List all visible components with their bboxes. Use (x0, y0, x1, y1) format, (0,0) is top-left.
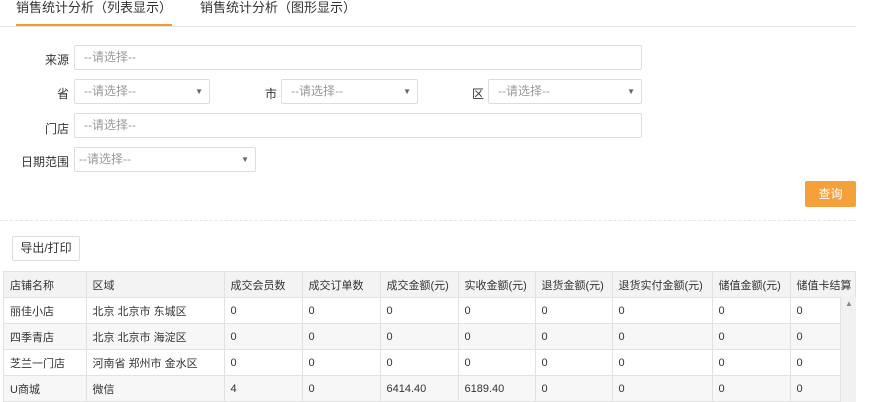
query-button[interactable]: 查询 (805, 181, 856, 207)
scroll-up-arrow-icon[interactable]: ▲ (845, 299, 853, 308)
tab-chart-view[interactable]: 销售统计分析（图形显示） (200, 0, 356, 24)
table-cell: U商城 (4, 375, 87, 401)
date-range-label: 日期范围 (20, 155, 69, 169)
table-cell: 微信 (86, 375, 225, 401)
source-placeholder: --请选择-- (84, 50, 136, 64)
table-cell: 0 (380, 323, 459, 350)
table-cell: 0 (302, 297, 381, 324)
table-cell: 0 (302, 375, 381, 401)
table-cell: 0 (712, 297, 791, 324)
table-cell: 0 (458, 297, 536, 324)
table-cell: 河南省 郑州市 金水区 (86, 349, 225, 376)
table-cell: 0 (535, 375, 613, 401)
table-cell: 0 (380, 297, 459, 324)
divider (0, 220, 856, 221)
date-range-placeholder: --请选择-- (79, 152, 131, 166)
table-row[interactable]: U商城 微信 4 0 6414.40 6189.40 0 0 0 0 (4, 375, 855, 401)
table-cell: 0 (458, 323, 536, 350)
table-cell: 0 (712, 349, 791, 376)
column-header[interactable]: 退货金额(元) (535, 272, 613, 298)
table-cell: 0 (302, 349, 381, 376)
table-cell: 0 (712, 323, 791, 350)
table-cell: 0 (535, 297, 613, 324)
table-cell: 四季青店 (4, 323, 87, 350)
table-header-row: 店铺名称 区域 成交会员数 成交订单数 成交金额(元) 实收金额(元) 退货金额… (4, 272, 855, 298)
table-cell: 0 (612, 323, 713, 350)
column-header[interactable]: 店铺名称 (4, 272, 87, 298)
chevron-down-icon: ▼ (241, 155, 249, 164)
table-cell: 6414.40 (380, 375, 459, 401)
table-cell: 芝兰一门店 (4, 349, 87, 376)
source-field[interactable]: --请选择-- (74, 45, 642, 70)
store-field[interactable]: --请选择-- (74, 113, 642, 138)
table-cell: 0 (380, 349, 459, 376)
chevron-down-icon: ▼ (195, 87, 203, 96)
sales-table: 店铺名称 区域 成交会员数 成交订单数 成交金额(元) 实收金额(元) 退货金额… (3, 271, 856, 402)
table-cell: 0 (612, 297, 713, 324)
column-header[interactable]: 区域 (86, 272, 225, 298)
table-cell: 0 (302, 323, 381, 350)
table-cell: 北京 北京市 东城区 (86, 297, 225, 324)
date-range-select[interactable]: --请选择-- ▼ (74, 147, 256, 172)
table-row[interactable]: 四季青店 北京 北京市 海淀区 0 0 0 0 0 0 0 0 (4, 323, 855, 350)
district-label: 区 (471, 87, 484, 101)
table-cell: 0 (535, 349, 613, 376)
store-placeholder: --请选择-- (84, 118, 136, 132)
tab-list-view[interactable]: 销售统计分析（列表显示） (16, 0, 173, 26)
store-label: 门店 (44, 122, 69, 136)
table-row[interactable]: 芝兰一门店 河南省 郑州市 金水区 0 0 0 0 0 0 0 0 (4, 349, 855, 376)
table-cell: 4 (224, 375, 303, 401)
source-label: 来源 (44, 53, 69, 67)
column-header[interactable]: 成交会员数 (224, 272, 303, 298)
column-header[interactable]: 储值金额(元) (712, 272, 791, 298)
province-select[interactable]: --请选择-- ▼ (74, 79, 210, 104)
table-cell: 北京 北京市 海淀区 (86, 323, 225, 350)
province-placeholder: --请选择-- (84, 84, 136, 98)
table-cell: 6189.40 (458, 375, 536, 401)
city-label: 市 (264, 87, 277, 101)
province-label: 省 (56, 87, 69, 101)
column-header[interactable]: 储值卡结算 (790, 272, 855, 298)
table-cell: 0 (224, 297, 303, 324)
table-cell: 0 (612, 375, 713, 401)
chevron-down-icon: ▼ (403, 87, 411, 96)
district-placeholder: --请选择-- (498, 84, 550, 98)
column-header[interactable]: 实收金额(元) (458, 272, 536, 298)
city-select[interactable]: --请选择-- ▼ (281, 79, 418, 104)
district-select[interactable]: --请选择-- ▼ (488, 79, 642, 104)
table-cell: 丽佳小店 (4, 297, 87, 324)
chevron-down-icon: ▼ (627, 87, 635, 96)
table-cell: 0 (458, 349, 536, 376)
table-cell: 0 (535, 323, 613, 350)
city-placeholder: --请选择-- (291, 84, 343, 98)
table-cell: 0 (712, 375, 791, 401)
column-header[interactable]: 成交金额(元) (380, 272, 459, 298)
column-header[interactable]: 成交订单数 (302, 272, 381, 298)
table-scrollbar[interactable]: ▲ (840, 297, 856, 402)
column-header[interactable]: 退货实付金额(元) (612, 272, 713, 298)
table-cell: 0 (224, 349, 303, 376)
export-print-button[interactable]: 导出/打印 (12, 236, 80, 261)
table-cell: 0 (612, 349, 713, 376)
tab-bar: 销售统计分析（列表显示） 销售统计分析（图形显示） (0, 0, 856, 27)
table-row[interactable]: 丽佳小店 北京 北京市 东城区 0 0 0 0 0 0 0 0 (4, 297, 855, 324)
table-cell: 0 (224, 323, 303, 350)
